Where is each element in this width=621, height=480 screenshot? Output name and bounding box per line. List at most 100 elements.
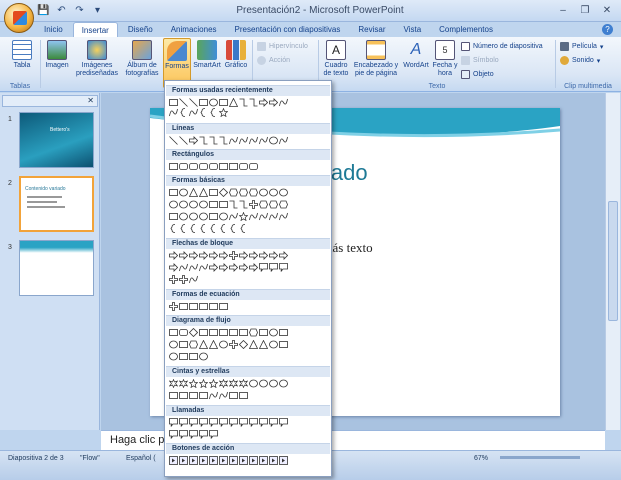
clipart-button[interactable]: Imágenes prediseñadas <box>73 40 121 78</box>
shape-brace-icon[interactable] <box>209 108 218 117</box>
tab-insertar[interactable]: Insertar <box>72 22 118 37</box>
shape-rrect-icon[interactable] <box>199 162 208 171</box>
picture-button[interactable]: Imagen <box>43 40 71 70</box>
maximize-button[interactable]: ❐ <box>575 3 595 18</box>
shape-callout-icon[interactable] <box>169 418 178 427</box>
shape-curve-icon[interactable] <box>229 136 238 145</box>
slide-thumbnail-1[interactable]: Bettero's <box>19 112 94 168</box>
shape-rrect-icon[interactable] <box>209 162 218 171</box>
slide-number-button[interactable]: Número de diapositiva <box>461 42 543 51</box>
shape-brace-icon[interactable] <box>209 224 218 233</box>
shape-action-icon[interactable] <box>179 456 188 465</box>
shape-star-icon[interactable] <box>199 379 208 388</box>
shape-rrect-icon[interactable] <box>249 162 258 171</box>
tab-inicio[interactable]: Inicio <box>36 22 71 37</box>
action-button[interactable]: Acción <box>257 56 290 65</box>
shape-arrow-icon[interactable] <box>189 136 198 145</box>
chart-button[interactable]: Gráfico <box>223 40 249 70</box>
shape-hex-icon[interactable] <box>239 188 248 197</box>
shape-rect-icon[interactable] <box>279 328 288 337</box>
shape-oval-icon[interactable] <box>269 136 278 145</box>
shape-curve-icon[interactable] <box>229 212 238 221</box>
shape-action-icon[interactable] <box>229 456 238 465</box>
shape-curve-icon[interactable] <box>249 212 258 221</box>
shape-rect-icon[interactable] <box>169 391 178 400</box>
shape-callout-icon[interactable] <box>179 418 188 427</box>
shape-callout-icon[interactable] <box>219 418 228 427</box>
shape-brace-icon[interactable] <box>169 224 178 233</box>
shape-curve-icon[interactable] <box>279 212 288 221</box>
shape-arrow-icon[interactable] <box>239 251 248 260</box>
shape-oval-icon[interactable] <box>169 200 178 209</box>
shape-arrow-icon[interactable] <box>199 251 208 260</box>
shape-oval-icon[interactable] <box>269 328 278 337</box>
shape-rrect-icon[interactable] <box>179 328 188 337</box>
shape-oval-icon[interactable] <box>189 200 198 209</box>
shape-action-icon[interactable] <box>219 456 228 465</box>
shape-hex-icon[interactable] <box>269 200 278 209</box>
close-pane-icon[interactable]: ✕ <box>87 96 94 105</box>
hyperlink-button[interactable]: Hipervínculo <box>257 42 308 51</box>
date-time-button[interactable]: 5 Fecha y hora <box>432 40 458 78</box>
shape-action-icon[interactable] <box>269 456 278 465</box>
shape-hex-icon[interactable] <box>189 340 198 349</box>
shape-rect-icon[interactable] <box>179 352 188 361</box>
shape-oval-icon[interactable] <box>279 188 288 197</box>
shape-burst-icon[interactable] <box>169 379 178 388</box>
shape-elbow-icon[interactable] <box>199 136 208 145</box>
shape-callout-icon[interactable] <box>279 263 288 272</box>
scroll-thumb[interactable] <box>608 201 618 321</box>
shape-curve-icon[interactable] <box>189 275 198 284</box>
shape-star-icon[interactable] <box>189 379 198 388</box>
shape-callout-icon[interactable] <box>259 418 268 427</box>
shape-arrow-icon[interactable] <box>219 251 228 260</box>
shape-hex-icon[interactable] <box>259 200 268 209</box>
shape-hex-icon[interactable] <box>249 328 258 337</box>
shape-oval-icon[interactable] <box>219 212 228 221</box>
shape-burst-icon[interactable] <box>179 379 188 388</box>
shape-rect-icon[interactable] <box>179 340 188 349</box>
shape-oval-icon[interactable] <box>269 379 278 388</box>
shape-curve-icon[interactable] <box>259 212 268 221</box>
shape-oval-icon[interactable] <box>259 188 268 197</box>
shape-rect-icon[interactable] <box>209 212 218 221</box>
shape-line-icon[interactable] <box>169 136 178 145</box>
shape-oval-icon[interactable] <box>169 340 178 349</box>
shape-hex-icon[interactable] <box>229 188 238 197</box>
shape-callout-icon[interactable] <box>249 418 258 427</box>
shape-elbow-icon[interactable] <box>219 136 228 145</box>
shape-oval-icon[interactable] <box>179 200 188 209</box>
shape-callout-icon[interactable] <box>199 430 208 439</box>
shape-arrow-icon[interactable] <box>209 263 218 272</box>
shape-curve-icon[interactable] <box>219 391 228 400</box>
shape-arrow-icon[interactable] <box>269 98 278 107</box>
shape-curve-icon[interactable] <box>169 108 178 117</box>
slides-pane-tabs[interactable]: ✕ <box>2 95 98 107</box>
shape-callout-icon[interactable] <box>259 263 268 272</box>
header-footer-button[interactable]: Encabezado y pie de página <box>352 40 400 78</box>
shape-rect-icon[interactable] <box>209 200 218 209</box>
shape-action-icon[interactable] <box>169 456 178 465</box>
shape-brace-icon[interactable] <box>179 224 188 233</box>
shape-elbow-icon[interactable] <box>249 98 258 107</box>
shape-rect-icon[interactable] <box>199 328 208 337</box>
shape-rect-icon[interactable] <box>239 328 248 337</box>
shape-rect-icon[interactable] <box>219 98 228 107</box>
shape-oval-icon[interactable] <box>209 98 218 107</box>
shape-curve-icon[interactable] <box>239 136 248 145</box>
slide-thumbnail-2[interactable]: Contenido variado <box>19 176 94 232</box>
shape-rect-icon[interactable] <box>219 328 228 337</box>
symbol-button[interactable]: Símbolo <box>461 56 499 65</box>
shape-oval-icon[interactable] <box>179 212 188 221</box>
slide-title[interactable]: iado <box>326 160 368 186</box>
shape-brace-icon[interactable] <box>179 108 188 117</box>
shape-curve-icon[interactable] <box>179 263 188 272</box>
table-button[interactable]: Tabla <box>8 40 36 70</box>
shape-arrow-icon[interactable] <box>249 263 258 272</box>
shape-plus-icon[interactable] <box>169 302 178 311</box>
shape-oval-icon[interactable] <box>269 340 278 349</box>
tab-complementos[interactable]: Complementos <box>431 22 501 37</box>
shape-curve-icon[interactable] <box>199 263 208 272</box>
shape-action-icon[interactable] <box>259 456 268 465</box>
shape-star-icon[interactable] <box>239 212 248 221</box>
